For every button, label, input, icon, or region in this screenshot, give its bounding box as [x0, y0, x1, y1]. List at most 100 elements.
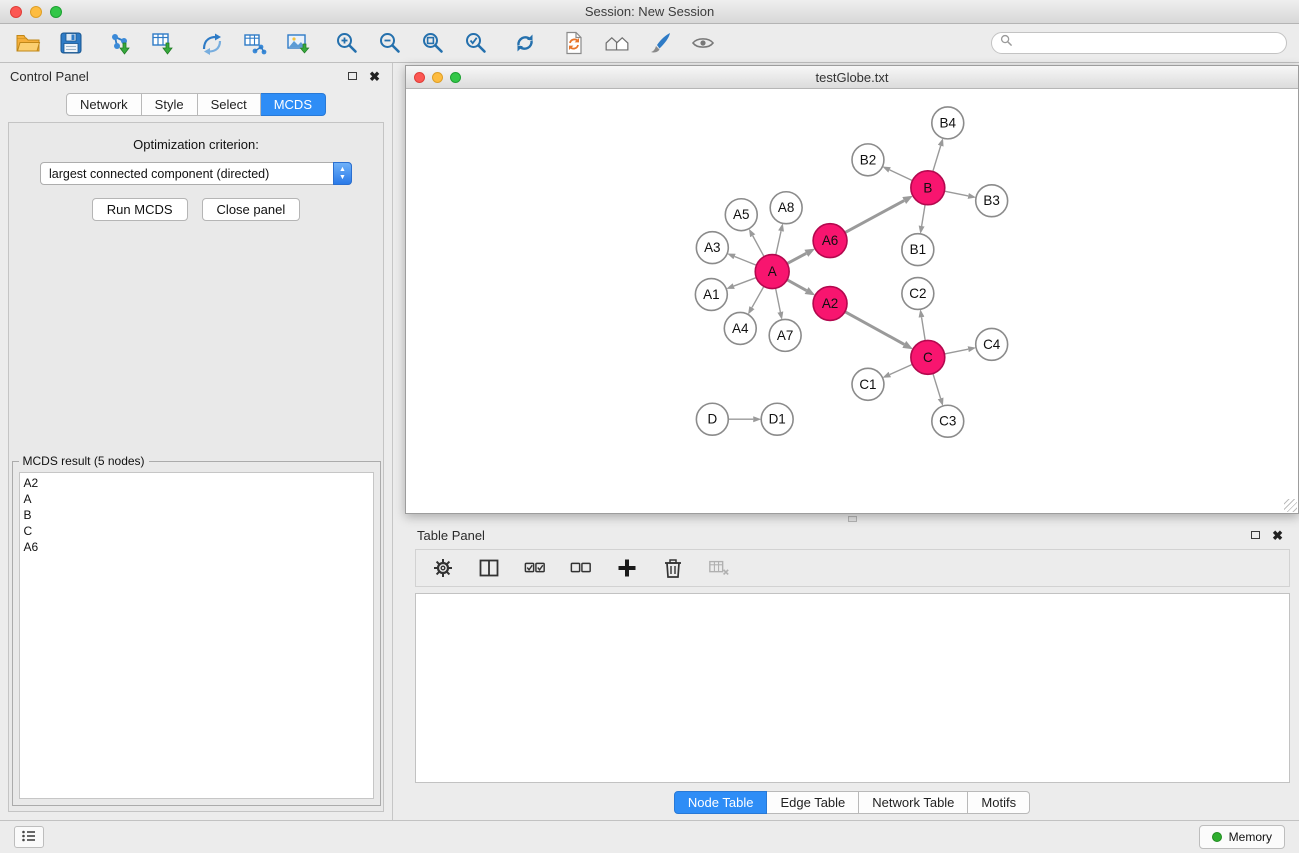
mcds-result-item[interactable]: A [24, 491, 369, 507]
graph-node-A8[interactable]: A8 [770, 192, 802, 224]
close-table-panel-icon[interactable]: ✖ [1272, 529, 1283, 542]
zoom-selected-button[interactable] [460, 28, 492, 58]
mcds-result-item[interactable]: B [24, 507, 369, 523]
tab-network[interactable]: Network [66, 93, 142, 116]
network-canvas[interactable]: B4 B2 B B3 B1 C2 A5 A8 A6 A3 A A1 A2 A4 A7 C4 C C1 C3 D D1 [406, 89, 1298, 513]
network-zoom-button[interactable] [450, 72, 461, 83]
zoom-fit-content-button[interactable] [417, 28, 449, 58]
graph-node-A5[interactable]: A5 [725, 199, 757, 231]
graph-node-C1[interactable]: C1 [852, 368, 884, 400]
graph-edge-C-C1[interactable] [890, 364, 913, 374]
tab-select[interactable]: Select [198, 93, 261, 116]
graph-node-C4[interactable]: C4 [976, 328, 1008, 360]
graph-edge-A-A4[interactable] [752, 286, 764, 307]
tab-style[interactable]: Style [142, 93, 198, 116]
session-file-button[interactable] [558, 28, 590, 58]
table-tab-motifs[interactable]: Motifs [968, 791, 1030, 814]
graph-node-A[interactable]: A [755, 255, 789, 289]
graph-edge-B-B1[interactable] [922, 205, 925, 226]
graph-node-B3[interactable]: B3 [976, 185, 1008, 217]
optimization-criterion-dropdown[interactable]: largest connected component (directed) ▲… [40, 162, 352, 185]
graph-edge-A-A5[interactable] [753, 236, 764, 257]
graph-node-B[interactable]: B [911, 171, 945, 205]
window-resize-grip[interactable] [1284, 499, 1297, 512]
graph-edge-A-A3[interactable] [735, 257, 757, 266]
graph-edge-B-B4[interactable] [933, 146, 941, 172]
zoom-in-button[interactable] [331, 28, 363, 58]
graph-edge-A-A7[interactable] [776, 288, 781, 312]
run-mcds-button[interactable]: Run MCDS [92, 198, 188, 221]
zoom-window-button[interactable] [50, 6, 62, 18]
graph-node-C2[interactable]: C2 [902, 278, 934, 310]
mcds-result-item[interactable]: A6 [24, 539, 369, 555]
create-column-button[interactable] [614, 555, 640, 581]
close-panel-icon[interactable]: ✖ [369, 70, 380, 83]
graph-edge-A-A1[interactable] [734, 278, 757, 286]
network-close-button[interactable] [414, 72, 425, 83]
export-image-button[interactable] [282, 28, 314, 58]
search-input[interactable] [1017, 36, 1278, 50]
table-tab-network-table[interactable]: Network Table [859, 791, 968, 814]
import-table-from-file-button[interactable] [147, 28, 179, 58]
table-tab-edge-table[interactable]: Edge Table [767, 791, 859, 814]
graph-node-D1[interactable]: D1 [761, 403, 793, 435]
graph-node-A6[interactable]: A6 [813, 224, 847, 258]
search-field[interactable] [991, 32, 1287, 54]
status-bar: Memory [0, 820, 1299, 853]
select-all-rows-button[interactable] [522, 555, 548, 581]
refresh-network-view-button[interactable] [509, 28, 541, 58]
mcds-result-item[interactable]: C [24, 523, 369, 539]
float-table-panel-icon[interactable] [1251, 531, 1260, 539]
memory-button[interactable]: Memory [1199, 825, 1285, 849]
birds-eye-view-button[interactable] [601, 28, 633, 58]
tab-mcds[interactable]: MCDS [261, 93, 326, 116]
minimize-window-button[interactable] [30, 6, 42, 18]
close-window-button[interactable] [10, 6, 22, 18]
new-network-from-table-button[interactable] [239, 28, 271, 58]
delete-table-button[interactable] [706, 555, 732, 581]
graphics-details-button[interactable] [644, 28, 676, 58]
zoom-out-button[interactable] [374, 28, 406, 58]
new-network-button[interactable] [196, 28, 228, 58]
mcds-result-title: MCDS result (5 nodes) [19, 454, 149, 468]
graph-node-B2[interactable]: B2 [852, 144, 884, 176]
table-tab-node-table[interactable]: Node Table [674, 791, 768, 814]
graph-node-A7[interactable]: A7 [769, 319, 801, 351]
graph-edge-A6-B[interactable] [845, 201, 904, 233]
mcds-result-item[interactable]: A2 [24, 475, 369, 491]
graph-node-C3[interactable]: C3 [932, 405, 964, 437]
float-panel-icon[interactable] [348, 72, 357, 80]
graph-edge-C-C3[interactable] [933, 374, 941, 399]
delete-columns-button[interactable] [660, 555, 686, 581]
show-panels-menu-button[interactable] [14, 826, 44, 848]
graph-node-A1[interactable]: A1 [695, 279, 727, 311]
deselect-all-rows-button[interactable] [568, 555, 594, 581]
horizontal-splitter[interactable] [405, 514, 1299, 523]
graph-edge-B-B3[interactable] [944, 191, 968, 196]
close-panel-button[interactable]: Close panel [202, 198, 301, 221]
graph-node-D[interactable]: D [696, 403, 728, 435]
graph-edge-B-B2[interactable] [890, 170, 913, 181]
graph-node-B4[interactable]: B4 [932, 107, 964, 139]
open-file-button[interactable] [12, 28, 44, 58]
graph-edge-A-A6[interactable] [787, 253, 806, 263]
graph-node-A2[interactable]: A2 [813, 287, 847, 321]
import-network-from-file-button[interactable] [104, 28, 136, 58]
table-settings-button[interactable] [430, 555, 456, 581]
graph-edge-A2-C[interactable] [845, 312, 904, 345]
table-toolbar [415, 549, 1290, 587]
graph-edge-A-A2[interactable] [787, 280, 806, 291]
splitter-handle-icon[interactable] [848, 516, 857, 522]
graph-node-C[interactable]: C [911, 340, 945, 374]
graph-node-A4[interactable]: A4 [724, 312, 756, 344]
graph-edge-A-A8[interactable] [776, 231, 781, 255]
graph-node-A3[interactable]: A3 [696, 232, 728, 264]
graph-edge-C-C2[interactable] [922, 317, 926, 340]
show-hide-details-button[interactable] [687, 28, 719, 58]
show-columns-button[interactable] [476, 555, 502, 581]
dropdown-stepper-icon[interactable]: ▲▼ [333, 162, 352, 185]
graph-node-B1[interactable]: B1 [902, 234, 934, 266]
network-minimize-button[interactable] [432, 72, 443, 83]
graph-edge-C-C4[interactable] [944, 349, 968, 354]
save-session-button[interactable] [55, 28, 87, 58]
